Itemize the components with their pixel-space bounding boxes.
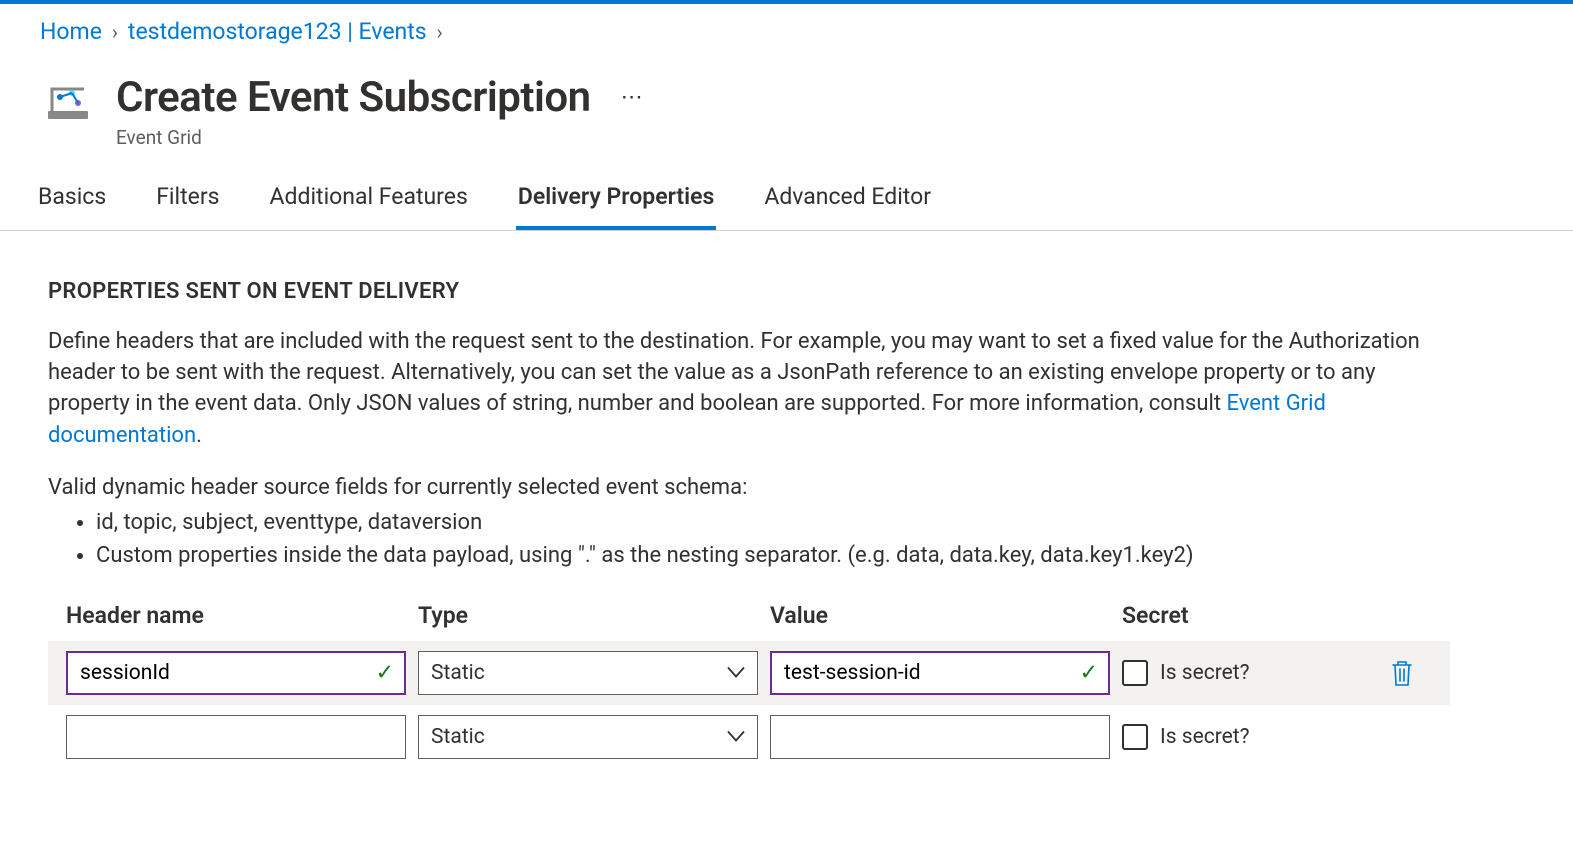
checkmark-icon: ✓ [376,660,394,685]
tab-filters[interactable]: Filters [154,183,221,230]
valid-fields-list: id, topic, subject, eventtype, dataversi… [48,506,1450,572]
header-name-field[interactable] [66,715,406,759]
valid-fields-intro: Valid dynamic header source fields for c… [48,475,1450,500]
page-title: Create Event Subscription [116,73,591,122]
header-value-input[interactable] [772,653,1108,693]
breadcrumb: Home › testdemostorage123 | Events › [0,4,1573,45]
description-text: Define headers that are included with th… [48,329,1420,416]
secret-cell: Is secret? [1122,724,1360,750]
title-block: Create Event Subscription ⋯ Event Grid [116,73,645,149]
col-header-value: Value [770,602,1110,629]
page-subtitle: Event Grid [116,126,645,149]
delete-row-button[interactable] [1372,659,1432,687]
page-header: Create Event Subscription ⋯ Event Grid [0,45,1573,149]
content: PROPERTIES SENT ON EVENT DELIVERY Define… [0,231,1510,769]
chevron-down-icon [727,663,745,682]
header-type-select[interactable]: Static [418,715,758,759]
header-value-field[interactable]: ✓ [770,651,1110,695]
checkmark-icon: ✓ [1080,660,1098,685]
is-secret-checkbox[interactable] [1122,724,1148,750]
page: Home › testdemostorage123 | Events › Cre… [0,4,1573,809]
tabs: Basics Filters Additional Features Delivery… [0,149,1573,231]
is-secret-label: Is secret? [1160,661,1250,685]
tab-advanced-editor[interactable]: Advanced Editor [762,183,933,230]
tab-basics[interactable]: Basics [36,183,108,230]
chevron-down-icon [727,727,745,746]
header-type-select[interactable]: Static [418,651,758,695]
header-name-input[interactable] [68,653,404,693]
col-header-type: Type [418,602,758,629]
header-rows: ✓ Static ✓ Is secret? Static Is secret? [48,641,1450,769]
is-secret-label: Is secret? [1160,725,1250,749]
chevron-right-icon: › [437,20,443,44]
tab-delivery-properties[interactable]: Delivery Properties [516,183,716,230]
header-type-value: Static [419,725,757,749]
header-name-input[interactable] [67,716,405,758]
section-title: PROPERTIES SENT ON EVENT DELIVERY [48,279,1450,304]
breadcrumb-resource[interactable]: testdemostorage123 | Events [128,18,427,45]
header-type-value: Static [419,661,757,685]
valid-field-item: Custom properties inside the data payloa… [96,539,1450,572]
description-suffix: . [196,423,202,448]
tab-additional-features[interactable]: Additional Features [268,183,470,230]
col-header-name: Header name [66,602,406,629]
chevron-right-icon: › [112,20,118,44]
secret-cell: Is secret? [1122,660,1360,686]
col-header-secret: Secret [1122,602,1360,629]
header-row: ✓ Static ✓ Is secret? [48,641,1450,705]
valid-field-item: id, topic, subject, eventtype, dataversi… [96,506,1450,539]
header-name-field[interactable]: ✓ [66,651,406,695]
more-actions-button[interactable]: ⋯ [621,85,645,110]
header-value-input[interactable] [771,716,1109,758]
is-secret-checkbox[interactable] [1122,660,1148,686]
section-description: Define headers that are included with th… [48,326,1450,451]
breadcrumb-home[interactable]: Home [40,18,102,45]
header-value-field[interactable] [770,715,1110,759]
header-row: Header name Type Value Secret [48,602,1450,641]
event-grid-icon [40,73,96,129]
header-row: Static Is secret? [48,705,1450,769]
